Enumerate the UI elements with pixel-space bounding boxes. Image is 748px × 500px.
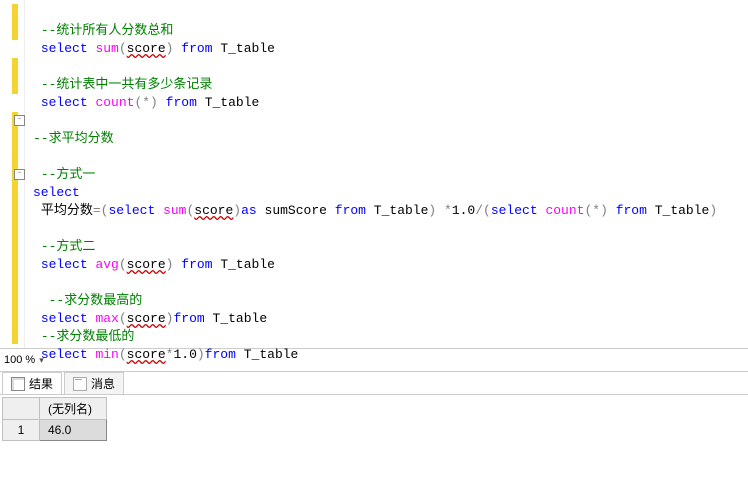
- editor-gutter: - -: [0, 0, 25, 348]
- code-line: select min(score*1.0)from T_table: [33, 347, 298, 362]
- code-line: [33, 275, 41, 290]
- code-content[interactable]: --统计所有人分数总和 select sum(score) from T_tab…: [25, 0, 717, 348]
- message-icon: [73, 377, 87, 391]
- code-line: select count(*) from T_table: [33, 95, 259, 110]
- code-line: [33, 113, 41, 128]
- code-line: [33, 149, 41, 164]
- change-marker: [12, 4, 18, 40]
- code-line: [33, 221, 41, 236]
- code-line: --统计表中一共有多少条记录: [33, 77, 212, 92]
- fold-toggle-icon[interactable]: -: [14, 169, 25, 180]
- tab-messages[interactable]: 消息: [64, 372, 124, 394]
- code-line: select: [33, 185, 80, 200]
- code-line: --求平均分数: [33, 131, 114, 146]
- code-line: select sum(score) from T_table: [33, 41, 275, 56]
- change-marker: [12, 112, 18, 344]
- grid-corner: [3, 398, 40, 420]
- tab-results[interactable]: 结果: [2, 372, 62, 394]
- sql-editor[interactable]: - - --统计所有人分数总和 select sum(score) from T…: [0, 0, 748, 349]
- column-header[interactable]: (无列名): [40, 398, 107, 420]
- code-line: --求分数最高的: [33, 293, 142, 308]
- results-tabs: 结果 消息: [0, 372, 748, 395]
- code-line: select avg(score) from T_table: [33, 257, 275, 272]
- grid-icon: [11, 377, 25, 391]
- code-line: --求分数最低的: [33, 329, 134, 344]
- code-line: select max(score)from T_table: [33, 311, 267, 326]
- results-panel: (无列名) 1 46.0: [0, 397, 748, 441]
- cell-value[interactable]: 46.0: [40, 420, 107, 441]
- code-line: --统计所有人分数总和: [33, 23, 173, 38]
- zoom-dropdown-icon[interactable]: ▾: [39, 355, 44, 366]
- tab-label: 结果: [29, 375, 53, 392]
- table-header-row: (无列名): [3, 398, 107, 420]
- code-line: [33, 59, 41, 74]
- tab-label: 消息: [91, 375, 115, 392]
- code-line: --方式二: [33, 239, 95, 254]
- zoom-level: 100 %: [4, 354, 35, 366]
- results-grid[interactable]: (无列名) 1 46.0: [2, 397, 107, 441]
- row-number: 1: [3, 420, 40, 441]
- table-row[interactable]: 1 46.0: [3, 420, 107, 441]
- fold-toggle-icon[interactable]: -: [14, 115, 25, 126]
- code-line: --方式一: [33, 167, 95, 182]
- code-line: 平均分数=(select sum(score)as sumScore from …: [33, 203, 717, 218]
- change-marker: [12, 58, 18, 94]
